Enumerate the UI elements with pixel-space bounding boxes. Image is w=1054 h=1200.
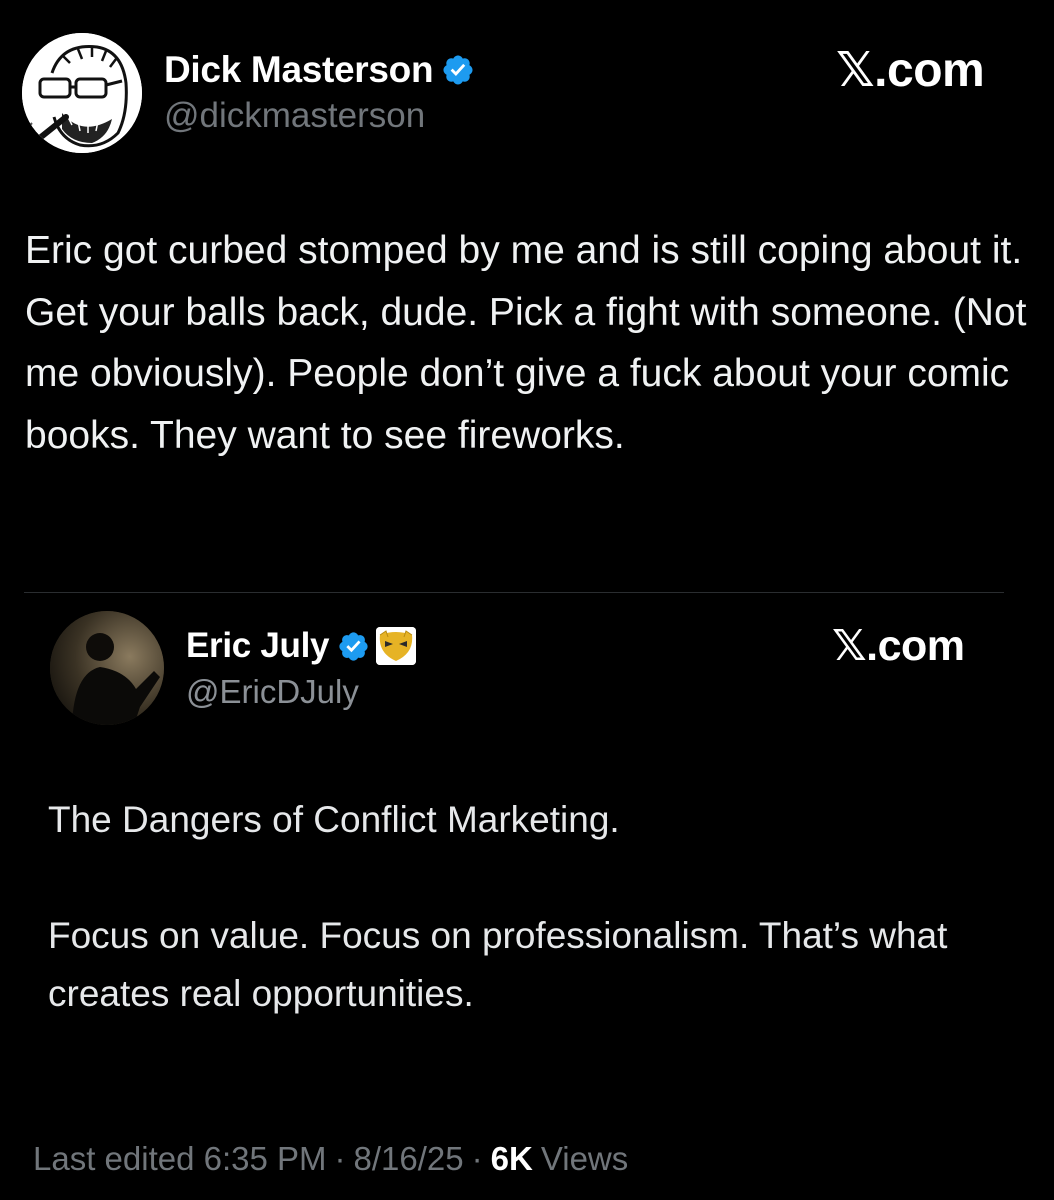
views-label: Views [540,1140,629,1177]
quoted-tweet-paragraph: Focus on value. Focus on professionalism… [48,915,948,1014]
tweet-text: Eric got curbed stomped by me and is sti… [25,229,1027,457]
quoted-tweet-card[interactable]: Eric July @EricDJuly 𝕏.com The Dangers o… [24,592,1004,1113]
quoted-author-name[interactable]: Eric July [186,626,330,666]
affiliate-mask-icon[interactable] [376,627,417,665]
post-date[interactable]: 8/16/25 [354,1140,464,1178]
separator-dot: · [471,1140,483,1177]
avatar[interactable] [50,611,164,725]
quoted-author-name-row: Eric July [186,621,417,671]
avatar-photo-silhouette [50,611,164,725]
views-count[interactable]: 6K [491,1140,533,1178]
x-brand-logo: 𝕏.com [832,622,965,670]
tweet-meta-footer: Last edited 6:35 PM · 8/16/25 · 6K Views [33,1140,628,1178]
author-name-row: Dick Masterson [164,44,475,96]
quoted-tweet-text: The Dangers of Conflict Marketing. Focus… [48,791,988,1023]
x-brand-logo: 𝕏.com [836,44,985,97]
avatar-sketch-illustration [22,33,142,153]
edited-timestamp[interactable]: Last edited 6:35 PM [33,1140,327,1178]
avatar[interactable] [22,33,142,153]
verified-badge-icon[interactable] [441,53,475,87]
separator-dot: · [334,1140,346,1177]
author-handle[interactable]: @dickmasterson [164,96,425,136]
verified-badge-icon[interactable] [337,630,370,663]
author-name[interactable]: Dick Masterson [164,49,434,91]
quoted-tweet-paragraph: The Dangers of Conflict Marketing. [48,799,620,840]
quoted-author-handle[interactable]: @EricDJuly [186,673,359,711]
